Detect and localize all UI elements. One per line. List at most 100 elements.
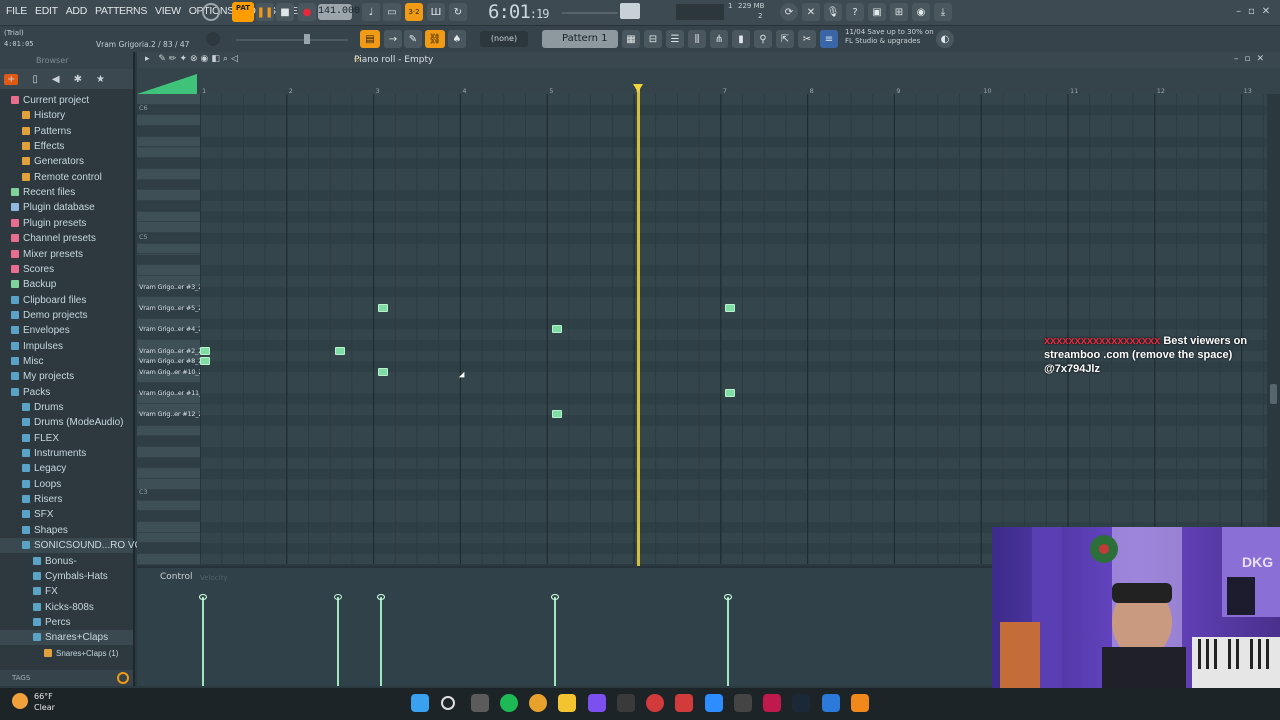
browser-item[interactable]: Snares+Claps	[0, 630, 133, 646]
browser-item[interactable]: Drums (ModeAudio)	[0, 415, 133, 430]
online-news-icon[interactable]: ◐	[936, 30, 954, 48]
chrome-icon[interactable]	[529, 694, 547, 712]
menu-view[interactable]: VIEW	[151, 5, 185, 17]
piano-key[interactable]	[137, 201, 200, 212]
playlist-icon[interactable]: ▦	[622, 30, 640, 48]
browser-item[interactable]: Shapes	[0, 523, 133, 538]
piano-key[interactable]	[137, 447, 200, 458]
piano-key[interactable]	[137, 500, 200, 512]
playhead-marker-icon[interactable]	[633, 84, 644, 92]
online-icon[interactable]: ⟳	[780, 3, 798, 21]
midi-note[interactable]	[334, 347, 345, 355]
velocity-bar[interactable]	[199, 594, 207, 686]
browser-item[interactable]: Plugin presets	[0, 216, 133, 231]
plugin-picker-icon[interactable]: ⚲	[754, 30, 772, 48]
midi-note[interactable]	[200, 357, 210, 365]
browser-item[interactable]: Packs	[0, 385, 133, 400]
browser-speaker-icon[interactable]: ◀	[52, 74, 60, 85]
app-icon-1[interactable]	[617, 694, 635, 712]
help-icon[interactable]: ?	[846, 3, 864, 21]
browser-item[interactable]: Percs	[0, 615, 133, 630]
browser-tree-icon[interactable]: ⋔	[710, 30, 728, 48]
piano-key[interactable]	[137, 211, 200, 223]
steam-icon[interactable]	[792, 694, 810, 712]
file-explorer-icon[interactable]	[558, 694, 576, 712]
playlist-view-icon[interactable]: ▤	[360, 30, 380, 48]
velocity-bar[interactable]	[376, 594, 385, 686]
velocity-bar[interactable]	[724, 594, 733, 686]
velocity-handle[interactable]	[376, 594, 385, 600]
browser-item[interactable]: Recent files	[0, 185, 133, 200]
velocity-handle[interactable]	[333, 594, 342, 600]
pattern-selector[interactable]: Pattern 1	[542, 30, 618, 48]
piano-roll-tools[interactable]: ▸ ✎✏✦⊗◉◧⌕◁	[145, 54, 241, 64]
search-taskbar-icon[interactable]	[441, 696, 455, 710]
loop-record-icon[interactable]: ↻	[449, 3, 467, 21]
loop-marker-icon[interactable]	[137, 74, 197, 94]
velocity-handle[interactable]	[550, 594, 559, 600]
browser-item[interactable]: Snares+Claps (1)	[0, 646, 133, 661]
plugin-icon[interactable]: ⊞	[890, 3, 908, 21]
velocity-handle[interactable]	[199, 594, 207, 600]
pause-icon[interactable]: ❚❚	[256, 3, 274, 21]
app-icon-2[interactable]	[646, 694, 664, 712]
velocity-bar[interactable]	[333, 594, 342, 686]
weather-condition[interactable]: Clear	[34, 703, 55, 712]
browser-item[interactable]: History	[0, 108, 133, 123]
spotify-icon[interactable]	[500, 694, 518, 712]
link-icon[interactable]: ⛓	[425, 30, 445, 48]
task-view-icon[interactable]	[471, 694, 489, 712]
browser-item[interactable]: Channel presets	[0, 231, 133, 246]
menu-file[interactable]: FILE	[2, 5, 31, 17]
arrow-right-icon[interactable]: →	[384, 30, 402, 48]
project-icon[interactable]: ▮	[732, 30, 750, 48]
browser-star-icon[interactable]: ★	[96, 74, 105, 85]
search-icon[interactable]	[117, 672, 129, 684]
blend-icon[interactable]: Ш	[427, 3, 445, 21]
piano-key[interactable]	[137, 179, 200, 191]
app-icon-5[interactable]	[763, 694, 781, 712]
browser-item[interactable]: FX	[0, 584, 133, 599]
browser-item[interactable]: SONICSOUND...RO VOL 1	[0, 538, 156, 554]
piano-key[interactable]	[137, 554, 200, 565]
piano-key[interactable]	[137, 436, 200, 448]
countdown-icon[interactable]: 3·2	[405, 3, 423, 21]
midi-note[interactable]	[725, 389, 736, 397]
touch-keyboard-icon[interactable]: ⇱	[776, 30, 794, 48]
midi-note[interactable]	[377, 304, 388, 312]
browser-item[interactable]: Cymbals-Hats	[0, 569, 133, 584]
browser-item[interactable]: Envelopes	[0, 323, 133, 338]
stamp-icon[interactable]: ♠	[448, 30, 466, 48]
browser-item[interactable]: Mixer presets	[0, 247, 133, 262]
metronome-icon[interactable]: ♩	[362, 3, 380, 21]
browser-item[interactable]: Scores	[0, 262, 133, 277]
record-icon[interactable]: ●	[298, 3, 316, 21]
app-icon-4[interactable]	[734, 694, 752, 712]
browser-item[interactable]: Remote control	[0, 170, 133, 185]
velocity-bar[interactable]	[550, 594, 559, 686]
weather-icon[interactable]	[12, 693, 28, 709]
piano-key[interactable]	[137, 243, 200, 255]
mixer-icon[interactable]: ⫼	[688, 30, 706, 48]
piano-key[interactable]	[137, 457, 200, 469]
piano-key[interactable]	[137, 532, 200, 544]
midi-note[interactable]	[377, 368, 388, 376]
tempo-display[interactable]: 141.000	[318, 4, 360, 20]
browser-item[interactable]: My projects	[0, 369, 133, 384]
browser-item[interactable]: Loops	[0, 477, 133, 492]
scroll-thumb[interactable]	[1270, 384, 1277, 404]
note-grid[interactable]	[199, 94, 1267, 565]
browser-item[interactable]: Plugin database	[0, 200, 133, 215]
weather-temperature[interactable]: 66°F	[34, 692, 53, 701]
snap-select[interactable]: (none)	[480, 31, 528, 47]
piano-key[interactable]	[137, 126, 200, 137]
wait-icon[interactable]: ▭	[383, 3, 401, 21]
master-volume-handle[interactable]	[304, 34, 310, 44]
browser-plugin-icon[interactable]: ✱	[74, 74, 82, 85]
app-icon-3[interactable]	[675, 694, 693, 712]
browser-item[interactable]: Backup	[0, 277, 133, 292]
hint-knob-icon[interactable]	[202, 3, 220, 21]
piano-key[interactable]	[137, 136, 200, 148]
browser-item[interactable]: Instruments	[0, 446, 133, 461]
window-controls[interactable]: –▫✕	[1236, 6, 1277, 17]
